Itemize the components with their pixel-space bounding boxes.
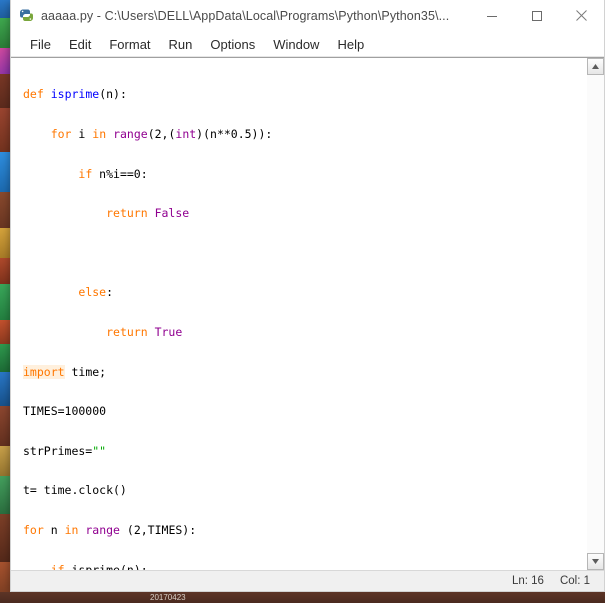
chevron-down-icon bbox=[592, 559, 599, 564]
window-controls bbox=[469, 0, 604, 31]
code-line: return True bbox=[106, 324, 183, 339]
vertical-scrollbar[interactable] bbox=[586, 58, 604, 570]
code-line: def isprime(n): bbox=[23, 87, 127, 102]
minimize-icon bbox=[486, 15, 497, 17]
desktop-background: aaaaa.py - C:\Users\DELL\AppData\Local\P… bbox=[0, 0, 605, 603]
code-editor-text-area[interactable]: def isprime(n): for i in range(2,(int)(n… bbox=[11, 58, 586, 570]
menu-item-format[interactable]: Format bbox=[100, 35, 159, 54]
menu-item-help[interactable]: Help bbox=[328, 35, 373, 54]
code-line: TIMES=100000 bbox=[23, 404, 107, 419]
close-button[interactable] bbox=[559, 0, 604, 31]
status-column-number: Col: 1 bbox=[559, 575, 590, 587]
minimize-button[interactable] bbox=[469, 0, 514, 31]
menu-item-run[interactable]: Run bbox=[160, 35, 202, 54]
code-line: if n%i==0: bbox=[78, 166, 148, 181]
window-title-bar[interactable]: aaaaa.py - C:\Users\DELL\AppData\Local\P… bbox=[11, 0, 604, 32]
scroll-down-button[interactable] bbox=[587, 553, 604, 570]
python-idle-icon bbox=[18, 7, 35, 24]
taskbar-date-text: 20170423 bbox=[150, 593, 186, 602]
taskbar[interactable]: 20170423 bbox=[0, 592, 605, 603]
status-line-number: Ln: 16 bbox=[511, 575, 544, 587]
status-bar: Ln: 16 Col: 1 bbox=[11, 570, 604, 591]
code-line: import time; bbox=[23, 364, 107, 379]
close-icon bbox=[576, 10, 587, 21]
vertical-scrollbar-track[interactable] bbox=[587, 75, 604, 553]
code-line: else: bbox=[78, 285, 114, 300]
window-title-text: aaaaa.py - C:\Users\DELL\AppData\Local\P… bbox=[41, 8, 450, 23]
maximize-icon bbox=[531, 10, 542, 21]
maximize-button[interactable] bbox=[514, 0, 559, 31]
menu-item-edit[interactable]: Edit bbox=[60, 35, 100, 54]
code-line: if isprime(n): bbox=[50, 562, 148, 570]
editor-region: def isprime(n): for i in range(2,(int)(n… bbox=[11, 57, 604, 570]
scroll-up-button[interactable] bbox=[587, 58, 604, 75]
menu-item-options[interactable]: Options bbox=[201, 35, 264, 54]
code-line: t= time.clock() bbox=[23, 483, 127, 498]
code-line: return False bbox=[106, 206, 190, 221]
menu-bar: File Edit Format Run Options Window Help bbox=[11, 32, 604, 57]
code-line: for i in range(2,(int)(n**0.5)): bbox=[50, 127, 273, 141]
code-line: strPrimes="" bbox=[23, 443, 107, 458]
menu-item-file[interactable]: File bbox=[21, 35, 60, 54]
idle-editor-window: aaaaa.py - C:\Users\DELL\AppData\Local\P… bbox=[10, 0, 605, 592]
menu-item-window[interactable]: Window bbox=[264, 35, 328, 54]
chevron-up-icon bbox=[592, 64, 599, 69]
code-line: for n in range (2,TIMES): bbox=[23, 522, 197, 537]
